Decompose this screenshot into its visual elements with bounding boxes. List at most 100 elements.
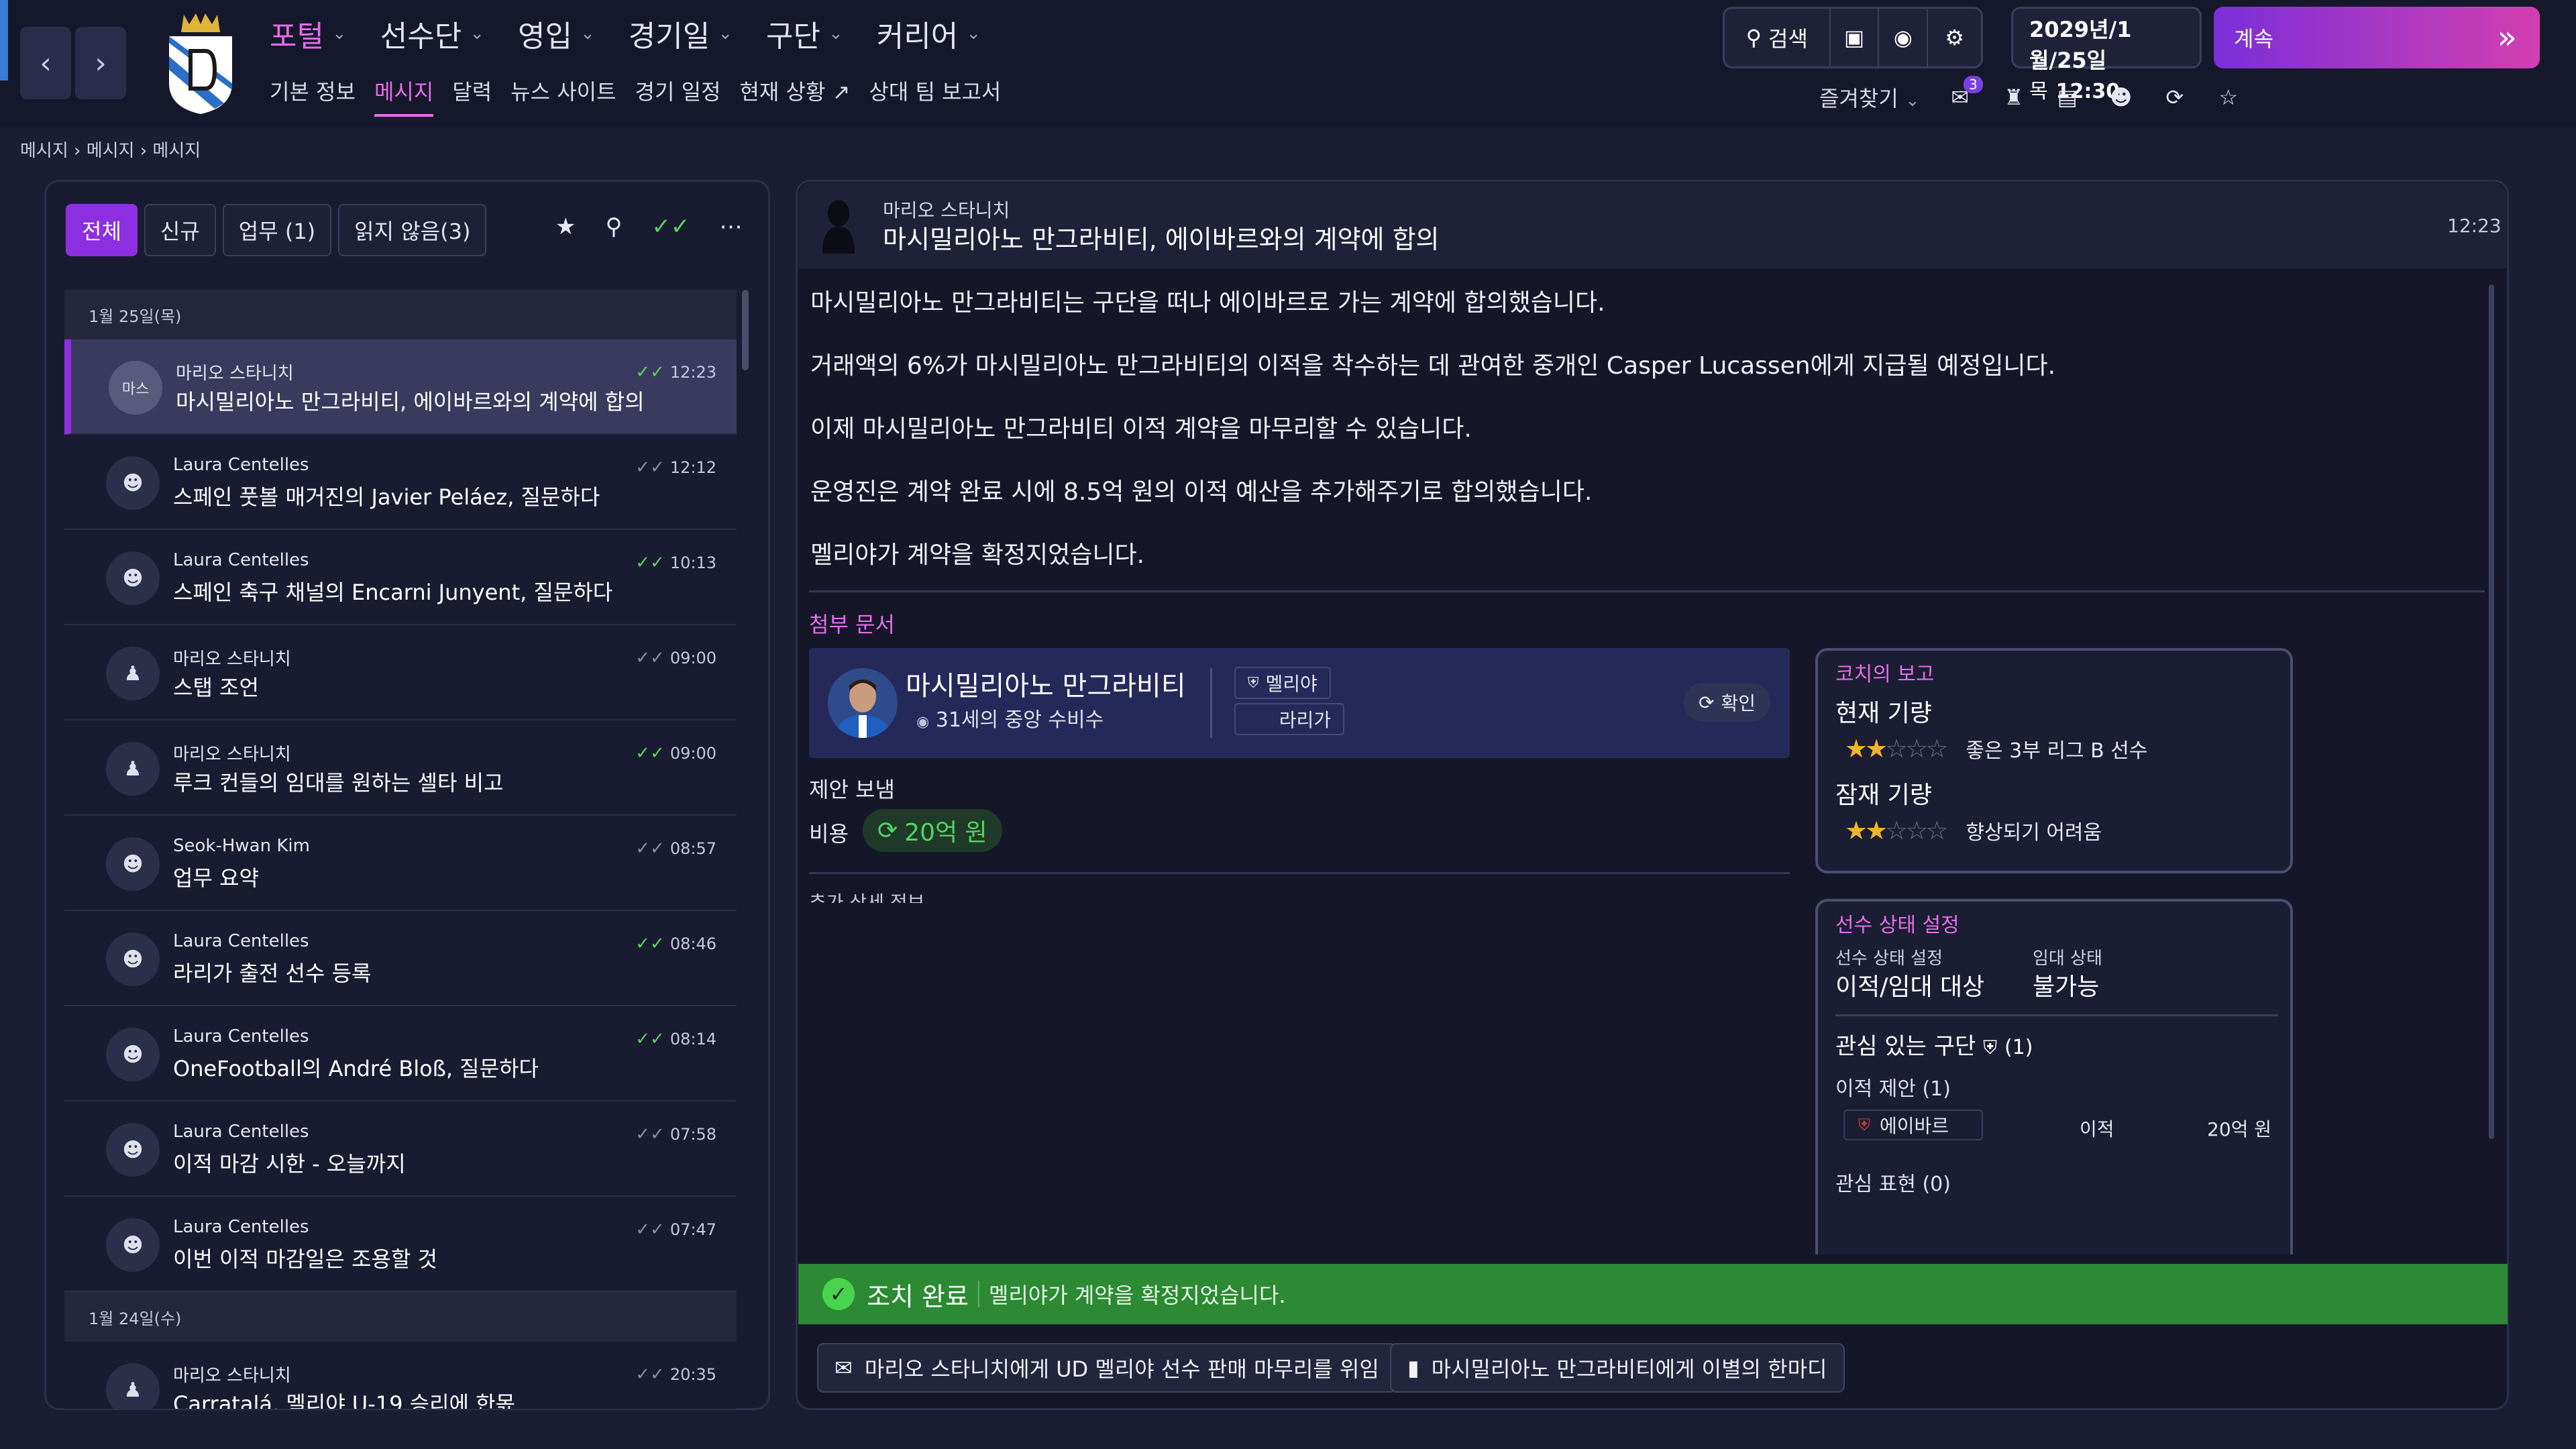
tab-fixtures[interactable]: 경기 일정: [635, 75, 721, 117]
group-avatar-icon: ♟: [106, 742, 160, 796]
farewell-message-button[interactable]: ▮ 마시밀리아노 만그라비티에게 이별의 한마디: [1390, 1343, 1845, 1393]
forward-button[interactable]: ›: [75, 27, 126, 99]
list-item[interactable]: ☻ Laura Centelles 스페인 축구 채널의 Encarni Jun…: [64, 530, 737, 625]
message-list: 1월 25일(목) 마스 마리오 스타니치 마시밀리아노 만그라비티, 에이바르…: [64, 290, 737, 1409]
confirm-button[interactable]: ⟳ 확인: [1684, 683, 1770, 722]
offer-club-chip[interactable]: ⛨ 에이바르: [1843, 1110, 1983, 1140]
staff-avatar-icon: ☻: [106, 1028, 160, 1081]
delegate-sale-label: 마리오 스타니치에게 UD 멜리야 선수 판매 마무리를 위임: [864, 1356, 1379, 1382]
message-sender: Laura Centelles: [173, 1122, 309, 1142]
filter-tasks[interactable]: 업무 (1): [222, 204, 332, 256]
inbox-shortcut[interactable]: ✉ 3: [1947, 76, 1983, 111]
star-filled-icon: ★: [1845, 816, 1868, 845]
settings-button[interactable]: ⚙: [1928, 9, 1981, 66]
search-icon[interactable]: ⚲: [605, 213, 622, 240]
league-tag[interactable]: 라리가: [1234, 703, 1344, 735]
more-icon[interactable]: ⋯: [719, 213, 742, 240]
list-item[interactable]: 마스 마리오 스타니치 마시밀리아노 만그라비티, 에이바르와의 계약에 합의 …: [64, 339, 737, 435]
staff-avatar-icon: ☻: [106, 1218, 160, 1272]
list-item[interactable]: ♟ 마리오 스타니치 루크 컨들의 임대를 원하는 셀타 비고 ✓✓ 09:00: [64, 720, 737, 816]
list-item[interactable]: ☻ Laura Centelles 라리가 출전 선수 등록 ✓✓ 08:46: [64, 911, 737, 1006]
filter-unread[interactable]: 읽지 않음(3): [338, 204, 487, 256]
message-sender: 마리오 스타니치: [173, 1366, 291, 1386]
list-item[interactable]: ☻ Laura Centelles 스페인 풋볼 매거진의 Javier Pel…: [64, 435, 737, 530]
tab-overview[interactable]: 기본 정보: [270, 75, 356, 117]
message-time: 08:57: [669, 839, 716, 858]
staff-shortcut[interactable]: ☻: [2108, 84, 2135, 111]
potential-ability-label: 잠재 기량: [1835, 782, 1932, 809]
action-complete-bar: ✓ 조치 완료 멜리야가 계약을 확정지었습니다.: [798, 1264, 2508, 1324]
list-scrollbar[interactable]: [742, 290, 749, 370]
continue-button[interactable]: 계속 »: [2214, 7, 2540, 68]
breadcrumb-item[interactable]: 메시지: [20, 141, 68, 161]
message-time: 20:35: [669, 1365, 716, 1384]
club-crest-icon[interactable]: [164, 9, 237, 115]
menu-portal[interactable]: 포털 ⌄: [270, 12, 347, 55]
tab-opponent-report[interactable]: 상대 팀 보고서: [869, 75, 1001, 117]
message-subject: Carratalá, 멜리야 U-19 승리에 한몫: [173, 1391, 516, 1409]
menu-club[interactable]: 구단 ⌄: [766, 12, 843, 55]
message-sender: 마리오 스타니치: [176, 364, 294, 384]
list-item[interactable]: ♟ 마리오 스타니치 Carratalá, 멜리야 U-19 승리에 한몫 ✓✓…: [64, 1342, 737, 1409]
document-shortcut[interactable]: ▤: [2054, 84, 2081, 111]
delegate-sale-button[interactable]: ✉ 마리오 스타니치에게 UD 멜리야 선수 판매 마무리를 위임: [817, 1343, 1397, 1393]
menu-career[interactable]: 커리어 ⌄: [877, 12, 981, 55]
tab-messages[interactable]: 메시지: [374, 75, 434, 117]
refresh-shortcut[interactable]: ⟳: [2161, 84, 2188, 111]
mark-read-icon[interactable]: ✓✓: [651, 213, 690, 240]
transfer-offers-label: 이적 제안 (1): [1835, 1077, 1951, 1101]
favorites-dropdown[interactable]: 즐겨찾기 ⌄: [1819, 82, 1920, 113]
globe-button[interactable]: ◉: [1879, 9, 1929, 66]
breadcrumb-item[interactable]: 메시지: [87, 141, 135, 161]
list-item[interactable]: ☻ Laura Centelles OneFootball의 André Blo…: [64, 1006, 737, 1102]
message-title: 마시밀리아노 만그라비티, 에이바르와의 계약에 합의: [883, 225, 1440, 254]
offer-type: 이적: [2080, 1118, 2114, 1140]
tab-news[interactable]: 뉴스 사이트: [511, 75, 616, 117]
message-time: 07:58: [669, 1125, 716, 1144]
message-sender: Laura Centelles: [173, 1026, 309, 1046]
message-subject: 업무 요약: [173, 865, 259, 891]
filter-new[interactable]: 신규: [144, 204, 216, 256]
club-crest-icon: ⛨: [1248, 674, 1259, 692]
message-scrollbar[interactable]: [2489, 284, 2494, 1139]
extra-details-label[interactable]: 추가 상세 정보: [809, 888, 1790, 903]
current-ability-text: 좋은 3부 리그 B 선수: [1966, 739, 2148, 763]
search-button[interactable]: ⚲ 검색: [1725, 9, 1831, 66]
transfer-status-value[interactable]: 이적/임대 대상: [1835, 967, 1984, 1002]
notification-badge: 3: [1964, 76, 1983, 93]
message-sender: 마리오 스타니치: [173, 745, 291, 765]
trophy-shortcut[interactable]: ☆: [2215, 84, 2242, 111]
list-item[interactable]: ♟ 마리오 스타니치 스탭 조언 ✓✓ 09:00: [64, 625, 737, 720]
filter-all[interactable]: 전체: [66, 204, 138, 256]
message-sender: Laura Centelles: [173, 550, 309, 570]
star-filled-icon: ★: [1865, 734, 1888, 763]
list-item[interactable]: ☻ Laura Centelles 이번 이적 마감일은 조용할 것 ✓✓ 07:…: [64, 1197, 737, 1292]
menu-matchday[interactable]: 경기일 ⌄: [629, 12, 733, 55]
list-item[interactable]: ☻ Seok-Hwan Kim 업무 요약 ✓✓ 08:57: [64, 816, 737, 911]
chevron-down-icon: ⌄: [1904, 91, 1920, 111]
list-item[interactable]: ☻ Laura Centelles 이적 마감 시한 - 오늘까지 ✓✓ 07:5…: [64, 1102, 737, 1197]
shirt-shortcut[interactable]: ♜: [2000, 84, 2027, 111]
group-avatar-icon: ♟: [106, 647, 160, 700]
interested-clubs-label: 관심 있는 구단 ⛨ (1): [1835, 1028, 2033, 1061]
action-complete-title: 조치 완료: [867, 1281, 969, 1311]
interest-shown-label: 관심 표현 (0): [1835, 1173, 1951, 1196]
notebook-button[interactable]: ▣: [1831, 9, 1880, 66]
message-time: 08:46: [669, 934, 716, 953]
chevron-left-icon: ‹: [40, 46, 52, 80]
loan-status-value[interactable]: 불가능: [2033, 967, 2099, 1002]
message-sender: Laura Centelles: [173, 1217, 309, 1237]
date-display[interactable]: 2029년/1월/25일 목 12:30: [2011, 7, 2202, 103]
player-name[interactable]: 마시밀리아노 만그라비티: [906, 664, 1186, 703]
club-tag[interactable]: ⛨ 멜리야: [1234, 667, 1331, 699]
menu-transfers[interactable]: 영입 ⌄: [518, 12, 595, 55]
menu-squad[interactable]: 선수단 ⌄: [380, 12, 484, 55]
tab-calendar[interactable]: 달력: [452, 75, 492, 117]
tab-status[interactable]: 현재 상황 ↗: [739, 75, 850, 117]
read-check-icon: ✓✓: [635, 1124, 665, 1144]
back-button[interactable]: ‹: [20, 27, 71, 99]
message-sender: Seok-Hwan Kim: [173, 836, 310, 856]
refresh-icon: ⟳: [1699, 691, 1715, 714]
player-status-card: 선수 상태 설정 선수 상태 설정 이적/임대 대상 임대 상태 불가능 관심 …: [1815, 899, 2293, 1254]
star-icon[interactable]: ★: [555, 213, 576, 240]
